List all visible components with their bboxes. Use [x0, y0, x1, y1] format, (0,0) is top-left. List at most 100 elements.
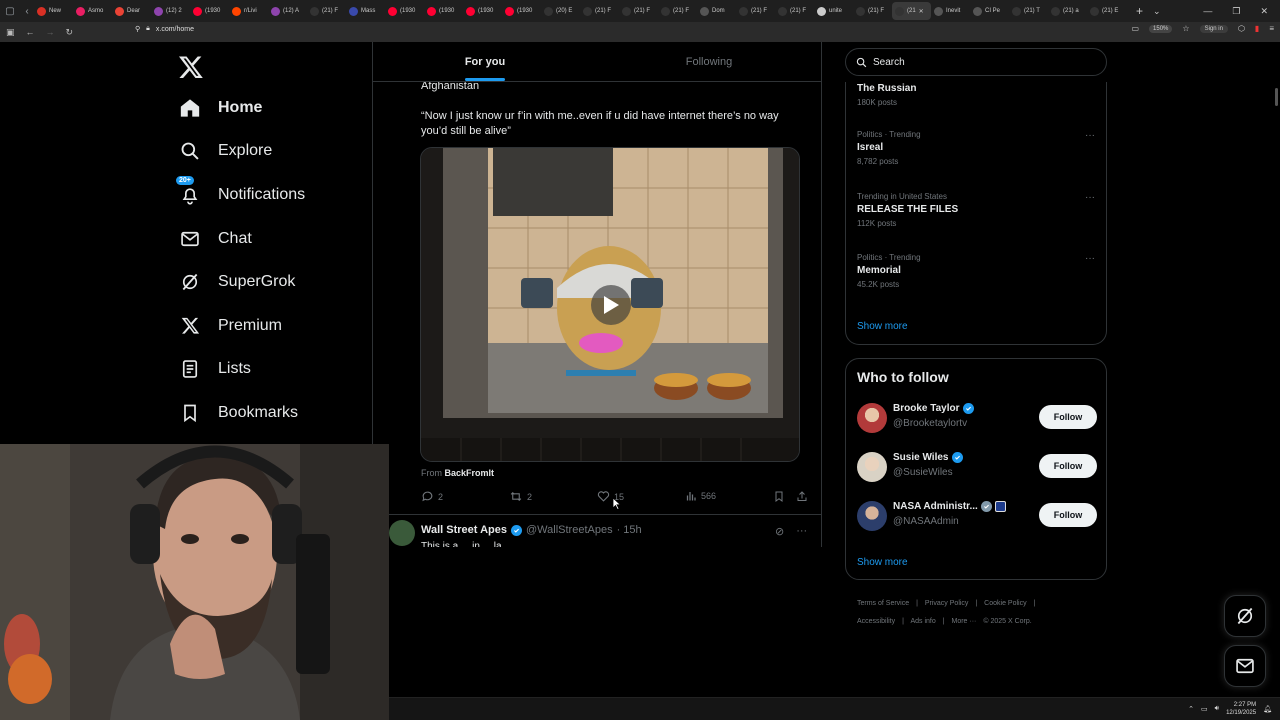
sign-in-button[interactable]: Sign in	[1199, 24, 1228, 33]
share-button[interactable]	[796, 490, 808, 503]
browser-tab[interactable]: New	[34, 2, 73, 20]
play-button[interactable]	[591, 285, 631, 325]
browser-tab[interactable]: (21) F	[775, 2, 814, 20]
browser-tab[interactable]: (1930	[502, 2, 541, 20]
footer-cookie-link[interactable]: Cookie Policy	[984, 600, 1026, 607]
avatar[interactable]	[389, 520, 415, 546]
messages-floating-button[interactable]	[1224, 645, 1266, 687]
zoom-level[interactable]: 150%	[1149, 24, 1173, 33]
browser-tab[interactable]: (1930	[190, 2, 229, 20]
forward-icon[interactable]: →	[46, 27, 55, 38]
footer-ads-info-link[interactable]: Ads info	[910, 618, 935, 625]
sidebar-toggle-icon[interactable]: ▣	[6, 27, 15, 38]
follow-button[interactable]: Follow	[1039, 503, 1097, 527]
trend-item[interactable]: Politics · Trending Isreal 8,782 posts	[857, 130, 921, 166]
grok-icon[interactable]: ⊘	[775, 525, 784, 538]
reply-button[interactable]: 2	[421, 490, 443, 503]
network-icon[interactable]: ▭	[1201, 705, 1208, 713]
tab-scroll-left-icon[interactable]: ‹	[25, 6, 28, 17]
tab-list-chevron-icon[interactable]: ⌄	[1153, 6, 1161, 17]
browser-tab[interactable]: Asmo	[73, 2, 112, 20]
browser-tab[interactable]: (21) E	[1087, 2, 1126, 20]
tab-following[interactable]: Following	[597, 42, 821, 81]
repost-button[interactable]: 2	[509, 490, 532, 503]
nav-item-notifications[interactable]: 20+ Notifications	[176, 173, 305, 217]
nav-item-bookmarks[interactable]: Bookmarks	[178, 391, 305, 435]
footer-more-link[interactable]: More ···	[952, 618, 977, 625]
search-box[interactable]: Search	[845, 48, 1107, 76]
browser-tab[interactable]: (21) T	[1009, 2, 1048, 20]
browser-tab[interactable]: CI Pe	[970, 2, 1009, 20]
tray-chevron-icon[interactable]: ⌃	[1188, 705, 1194, 713]
follow-suggestion[interactable]: Brooke Taylor @Brooketaylortv Follow	[857, 403, 1097, 437]
close-window-icon[interactable]: ✕	[1260, 6, 1268, 17]
nav-item-lists[interactable]: Lists	[178, 348, 305, 392]
footer-accessibility-link[interactable]: Accessibility	[857, 618, 895, 625]
browser-tab[interactable]: (21) F	[619, 2, 658, 20]
speaker-icon[interactable]: 🔊︎	[1215, 705, 1219, 713]
browser-tab[interactable]: unite	[814, 2, 853, 20]
browser-tab[interactable]: Mass	[346, 2, 385, 20]
who-to-follow-show-more-link[interactable]: Show more	[857, 557, 908, 568]
nav-item-premium[interactable]: Premium	[178, 304, 305, 348]
tweet-video[interactable]	[420, 147, 800, 462]
browser-tab[interactable]: (1930	[424, 2, 463, 20]
follow-button[interactable]: Follow	[1039, 454, 1097, 478]
browser-tab[interactable]: Dear	[112, 2, 151, 20]
reload-icon[interactable]: ↻	[66, 27, 74, 38]
taskbar-clock[interactable]: 2:27 PM 12/19/2025	[1226, 701, 1256, 717]
browser-tab[interactable]: (21) F	[658, 2, 697, 20]
menu-icon[interactable]: ≡	[1269, 24, 1274, 33]
x-logo-icon[interactable]	[178, 54, 204, 80]
more-options-icon[interactable]: ···	[796, 525, 807, 538]
nav-item-supergrok[interactable]: SuperGrok	[178, 260, 305, 304]
trend-item[interactable]: Politics · Trending Memorial 45.2K posts	[857, 253, 921, 289]
views-button[interactable]: 566	[685, 490, 716, 502]
browser-tab[interactable]: (21) F	[736, 2, 775, 20]
browser-tab[interactable]: (21) F	[580, 2, 619, 20]
close-tab-icon[interactable]: ✕	[919, 8, 924, 15]
browser-tab[interactable]: (21) F	[307, 2, 346, 20]
browser-tab[interactable]: (21 ✕	[892, 2, 931, 20]
back-icon[interactable]: ←	[26, 27, 35, 38]
notification-bell-icon[interactable]: 🔔︎	[1263, 705, 1272, 713]
next-tweet-handle[interactable]: @WallStreetApes	[526, 524, 613, 536]
site-info-icon[interactable]: ⚲	[135, 25, 140, 33]
tab-for-you[interactable]: For you	[373, 42, 597, 81]
extension-badge-icon[interactable]: ▮	[1255, 24, 1259, 33]
avatar[interactable]	[857, 501, 887, 531]
more-options-icon[interactable]: ···	[1085, 253, 1095, 264]
browser-tab[interactable]: (12) 2	[151, 2, 190, 20]
page-scrollbar[interactable]	[1275, 88, 1278, 106]
avatar[interactable]	[857, 403, 887, 433]
avatar[interactable]	[857, 452, 887, 482]
follow-suggestion[interactable]: Susie Wiles @SusieWiles Follow	[857, 452, 1097, 486]
footer-privacy-link[interactable]: Privacy Policy	[925, 600, 969, 607]
reader-view-icon[interactable]: ▭	[1131, 24, 1139, 33]
next-tweet-name[interactable]: Wall Street Apes	[421, 524, 507, 536]
more-options-icon[interactable]: ···	[1085, 130, 1095, 141]
browser-tab[interactable]: (12) A	[268, 2, 307, 20]
browser-tab[interactable]: r/Livi	[229, 2, 268, 20]
follow-suggestion[interactable]: NASA Administr... @NASAAdmin Follow	[857, 501, 1097, 535]
bookmark-button[interactable]	[773, 490, 785, 503]
browser-tab[interactable]: (1930	[463, 2, 502, 20]
browser-tab[interactable]: Inevit	[931, 2, 970, 20]
restore-icon[interactable]: ❐	[1232, 6, 1240, 17]
trend-item[interactable]: The Russian 180K posts	[857, 82, 916, 107]
browser-tab[interactable]: (20) E	[541, 2, 580, 20]
nav-item-explore[interactable]: Explore	[178, 130, 305, 174]
grok-floating-button[interactable]	[1224, 595, 1266, 637]
from-source-link[interactable]: BackFromIt	[445, 468, 495, 478]
footer-terms-link[interactable]: Terms of Service	[857, 600, 909, 607]
tab-search-icon[interactable]: ▢	[5, 6, 14, 17]
browser-tab[interactable]: (21) F	[853, 2, 892, 20]
browser-tab[interactable]: (21) a	[1048, 2, 1087, 20]
extensions-icon[interactable]: ⬡	[1238, 24, 1245, 33]
trend-item[interactable]: Trending in United States RELEASE THE FI…	[857, 192, 958, 228]
browser-tab[interactable]: Dom	[697, 2, 736, 20]
url-field[interactable]: ⚲ 🔒︎ x.com/home	[135, 25, 194, 33]
new-tab-button[interactable]: +	[1136, 4, 1143, 18]
minimize-icon[interactable]: —	[1203, 6, 1212, 16]
trends-show-more-link[interactable]: Show more	[857, 321, 908, 332]
